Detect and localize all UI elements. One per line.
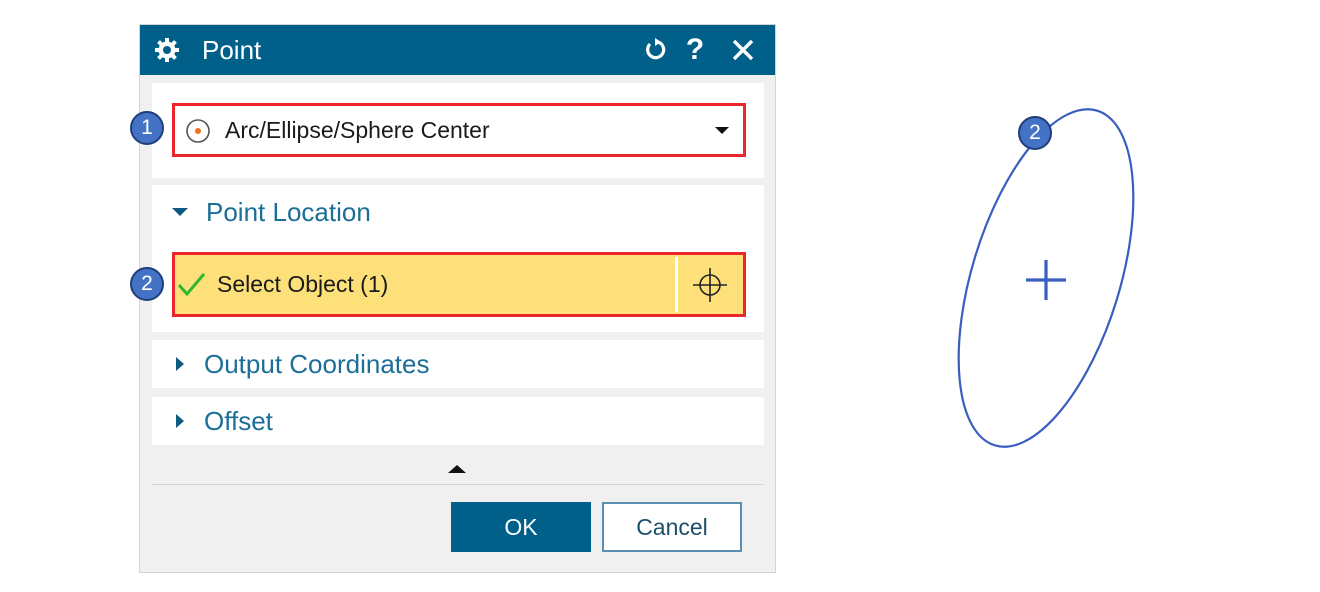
point-type-label: Arc/Ellipse/Sphere Center	[225, 117, 490, 143]
reset-icon	[646, 38, 666, 60]
callout-badge-2-canvas: 2	[1018, 116, 1052, 150]
output-coordinates-group: Output Coordinates	[152, 340, 764, 388]
cancel-button[interactable]: Cancel	[602, 502, 742, 552]
output-coordinates-header[interactable]: Output Coordinates	[172, 347, 429, 381]
close-icon	[732, 39, 754, 61]
center-point-marker	[1026, 260, 1066, 300]
help-icon: ?	[685, 33, 705, 66]
graphics-canvas	[957, 108, 1135, 448]
reset-button[interactable]	[640, 35, 670, 65]
offset-header[interactable]: Offset	[172, 404, 273, 438]
point-location-label: Point Location	[206, 197, 371, 227]
callout-badge-1: 1	[130, 111, 164, 145]
help-button[interactable]: ?	[680, 35, 710, 65]
offset-group: Offset	[152, 397, 764, 445]
check-icon	[177, 273, 206, 297]
dialog-titlebar: Point ?	[140, 25, 775, 75]
gear-icon	[155, 38, 179, 62]
close-button[interactable]	[728, 35, 758, 65]
dialog-title: Point	[202, 35, 262, 65]
type-group: Arc/Ellipse/Sphere Center	[152, 83, 764, 178]
point-location-group: Point Location Select Object (1)	[152, 185, 764, 332]
expand-right-icon	[176, 357, 184, 371]
point-dialog: Point ? Arc/Ellipse/Sphere Center Point …	[139, 24, 776, 573]
offset-label: Offset	[204, 406, 273, 436]
crosshair-icon[interactable]	[691, 266, 729, 304]
expand-down-icon	[172, 208, 188, 216]
select-object-field[interactable]: Select Object (1)	[172, 252, 746, 317]
point-location-header[interactable]: Point Location	[172, 195, 371, 229]
chevron-down-icon	[715, 127, 729, 134]
ok-button[interactable]: OK	[451, 502, 591, 552]
output-coordinates-label: Output Coordinates	[204, 349, 430, 379]
expand-right-icon	[176, 414, 184, 428]
footer-divider	[152, 484, 764, 485]
select-divider	[675, 257, 678, 312]
point-type-dropdown[interactable]: Arc/Ellipse/Sphere Center	[172, 103, 746, 157]
stage: Point ? Arc/Ellipse/Sphere Center Point …	[0, 0, 1320, 592]
collapse-arrow-icon[interactable]	[448, 465, 466, 473]
callout-badge-2: 2	[130, 267, 164, 301]
select-object-label: Select Object (1)	[217, 271, 389, 297]
arc-center-icon	[186, 119, 210, 143]
